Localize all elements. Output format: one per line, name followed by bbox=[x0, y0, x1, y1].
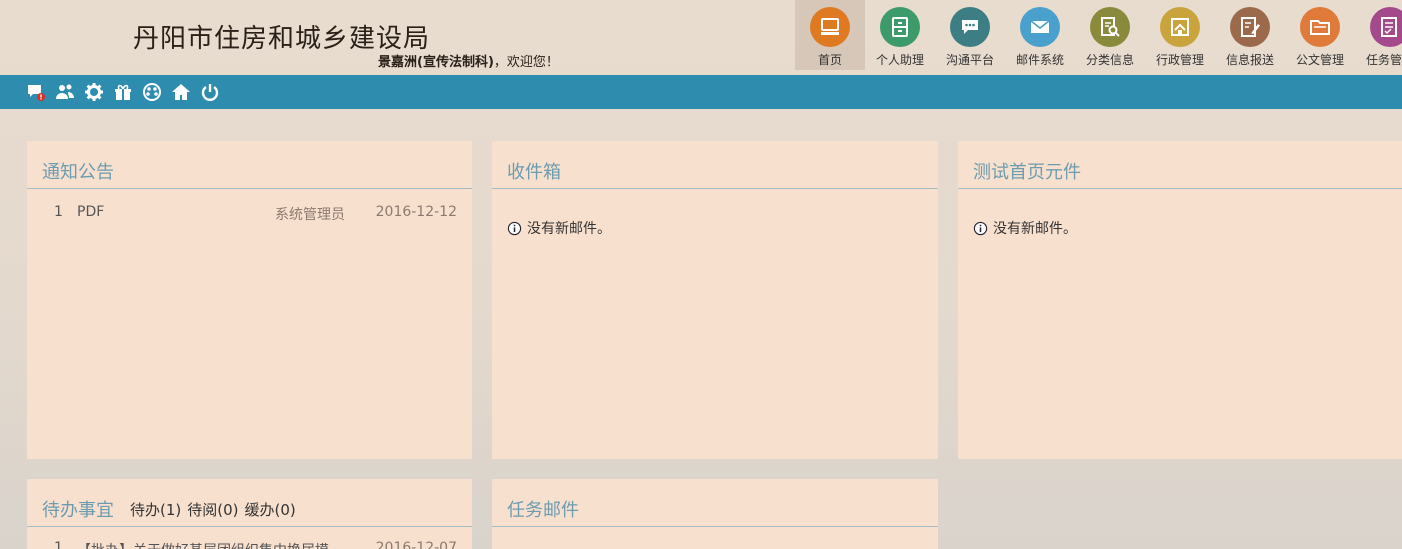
document-search-icon bbox=[1090, 7, 1130, 47]
row-number: 1 bbox=[54, 540, 63, 549]
tab-to-read[interactable]: 待阅(0) bbox=[187, 501, 238, 519]
gift-icon[interactable] bbox=[113, 82, 133, 102]
tab-todo[interactable]: 待办(1) bbox=[130, 501, 181, 519]
monitor-icon bbox=[810, 7, 850, 47]
notice-panel: 通知公告 1 PDF 系统管理员 2016-12-12 bbox=[27, 141, 472, 459]
nav-category-info[interactable]: 分类信息 bbox=[1075, 0, 1145, 70]
panel-header: 待办事宜 待办(1) 待阅(0) 缓办(0) bbox=[27, 479, 472, 527]
row-date: 2016-12-07 bbox=[375, 540, 457, 549]
nav-document-management[interactable]: 公文管理 bbox=[1285, 0, 1355, 70]
nav-label: 个人助理 bbox=[875, 53, 924, 67]
info-icon bbox=[973, 221, 988, 235]
task-icon bbox=[1370, 7, 1402, 47]
row-number: 1 bbox=[54, 204, 63, 220]
site-title: 丹阳市住房和城乡建设局 bbox=[133, 24, 431, 54]
panel-title[interactable]: 任务邮件 bbox=[507, 496, 579, 522]
home-icon[interactable] bbox=[171, 82, 191, 102]
row-author: 系统管理员 bbox=[275, 207, 345, 223]
nav-task-management[interactable]: 任务管理 bbox=[1355, 0, 1402, 70]
empty-message: 没有新邮件。 bbox=[507, 218, 611, 238]
info-icon bbox=[507, 221, 522, 235]
users-icon[interactable] bbox=[55, 82, 75, 102]
panel-header: 收件箱 bbox=[492, 141, 938, 189]
folder-icon bbox=[1300, 7, 1340, 47]
cabinet-icon bbox=[880, 7, 920, 47]
nav-administration[interactable]: 行政管理 bbox=[1145, 0, 1215, 70]
panel-header: 测试首页元件 bbox=[958, 141, 1402, 189]
nav-label: 任务管理 bbox=[1365, 53, 1402, 67]
panel-header: 通知公告 bbox=[27, 141, 472, 189]
welcome-text: 景嘉洲(宣传法制科)，欢迎您！ bbox=[378, 51, 559, 70]
top-nav: 首页 个人助理 沟通平台 邮件系统 分类信息 行政管理 信息报送 公文管理 任务… bbox=[795, 0, 1402, 70]
test-panel: 测试首页元件 没有新邮件。 bbox=[958, 141, 1402, 459]
todo-tabs: 待办(1) 待阅(0) 缓办(0) bbox=[130, 499, 302, 520]
panel-title[interactable]: 测试首页元件 bbox=[973, 158, 1081, 184]
panel-header: 任务邮件 bbox=[492, 479, 938, 527]
chat-icon bbox=[950, 7, 990, 47]
header: 丹阳市住房和城乡建设局 景嘉洲(宣传法制科)，欢迎您！ 首页 个人助理 沟通平台 bbox=[0, 0, 1402, 75]
panel-title[interactable]: 通知公告 bbox=[42, 158, 114, 184]
empty-text: 没有新邮件。 bbox=[527, 221, 611, 237]
nav-label: 行政管理 bbox=[1155, 53, 1204, 67]
tab-deferred[interactable]: 缓办(0) bbox=[245, 501, 296, 519]
empty-message: 没有新邮件。 bbox=[973, 218, 1077, 238]
panel-title[interactable]: 待办事宜 bbox=[42, 496, 114, 522]
toolbar bbox=[0, 75, 1402, 109]
nav-info-report[interactable]: 信息报送 bbox=[1215, 0, 1285, 70]
nav-label: 沟通平台 bbox=[945, 53, 994, 67]
list-item[interactable]: 1 PDF 系统管理员 2016-12-12 bbox=[27, 204, 472, 226]
inbox-panel: 收件箱 没有新邮件。 bbox=[492, 141, 938, 459]
welcome-suffix: ，欢迎您！ bbox=[493, 55, 559, 70]
mail-icon bbox=[1020, 7, 1060, 47]
row-title[interactable]: 【批办】关于做好基层团组织集中换届摸 bbox=[77, 540, 329, 549]
user-name: 景嘉洲(宣传法制科) bbox=[378, 55, 494, 70]
row-date: 2016-12-12 bbox=[375, 204, 457, 220]
empty-text: 没有新邮件。 bbox=[993, 221, 1077, 237]
nav-label: 信息报送 bbox=[1225, 53, 1274, 67]
task-mail-panel: 任务邮件 bbox=[492, 479, 938, 549]
row-title[interactable]: PDF bbox=[77, 204, 104, 220]
nav-label: 邮件系统 bbox=[1015, 53, 1064, 67]
nav-label: 分类信息 bbox=[1085, 53, 1134, 67]
nav-label: 首页 bbox=[817, 53, 842, 67]
nav-personal-assistant[interactable]: 个人助理 bbox=[865, 0, 935, 70]
building-icon bbox=[1160, 7, 1200, 47]
message-alert-icon[interactable] bbox=[26, 82, 46, 102]
nav-home[interactable]: 首页 bbox=[795, 0, 865, 70]
panel-title[interactable]: 收件箱 bbox=[507, 158, 561, 184]
power-icon[interactable] bbox=[200, 82, 220, 102]
nav-label: 公文管理 bbox=[1295, 53, 1344, 67]
skin-icon[interactable] bbox=[142, 82, 162, 102]
gear-icon[interactable] bbox=[84, 82, 104, 102]
todo-panel: 待办事宜 待办(1) 待阅(0) 缓办(0) 1 【批办】关于做好基层团组织集中换届… bbox=[27, 479, 472, 549]
document-edit-icon bbox=[1230, 7, 1270, 47]
nav-communication[interactable]: 沟通平台 bbox=[935, 0, 1005, 70]
nav-mail[interactable]: 邮件系统 bbox=[1005, 0, 1075, 70]
list-item[interactable]: 1 【批办】关于做好基层团组织集中换届摸 2016-12-07 bbox=[27, 540, 472, 549]
